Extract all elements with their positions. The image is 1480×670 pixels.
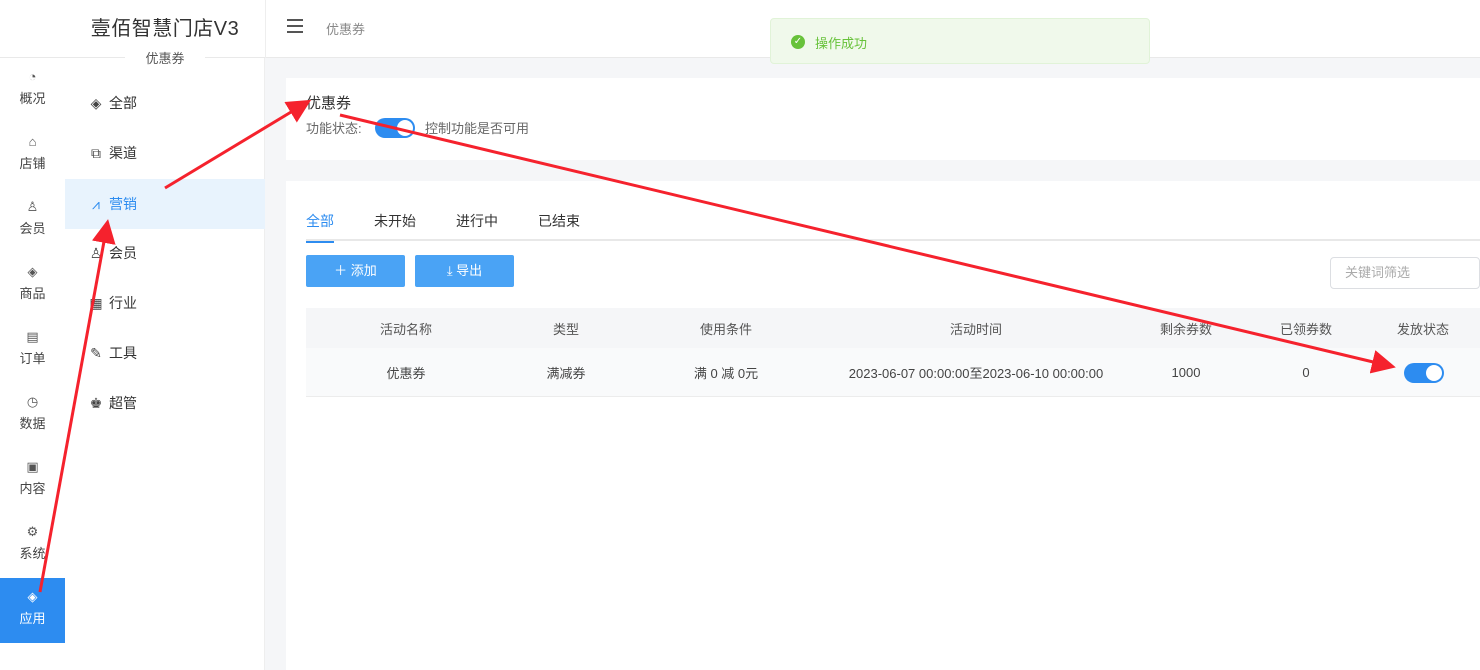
subnav-item-member[interactable]: ♙ 会员	[65, 228, 265, 278]
coupon-table: 活动名称 类型 使用条件 活动时间 剩余券数 已领券数 发放状态 优惠券 满减券…	[306, 308, 1480, 397]
subnav-item-label: 超管	[109, 395, 137, 411]
shop-icon: ⌂	[28, 134, 37, 149]
cell-condition: 满 0 减 0元	[693, 365, 759, 381]
subnav-item-all[interactable]: ◈ 全部	[65, 78, 265, 128]
main-sidebar: ◔ 概况 ⌂ 店铺 ♙ 会员 ◈ 商品 ▤ 订单 ◷ 数据 ▣ 内容 ⚙ 系统 …	[0, 58, 65, 670]
tab-ended[interactable]: 已结束	[538, 211, 580, 241]
subnav-item-channel[interactable]: ⧉ 渠道	[65, 128, 265, 178]
rail-item-data[interactable]: ◷ 数据	[0, 383, 65, 448]
tab-in-progress[interactable]: 进行中	[456, 211, 498, 241]
download-icon: ⤓	[446, 263, 457, 278]
subnav-item-label: 营销	[109, 196, 137, 212]
export-button[interactable]: ⤓ 导出	[415, 255, 514, 287]
rail-item-goods[interactable]: ◈ 商品	[0, 253, 65, 318]
pie-chart-icon: ◷	[26, 394, 39, 409]
rail-item-apps[interactable]: ◈ 应用	[0, 578, 65, 643]
cube-icon: ◈	[90, 95, 102, 111]
dashboard-icon: ◔	[28, 69, 37, 84]
coupon-list-card: 全部 未开始 进行中 已结束 ＋ 添加 ⤓ 导出 关键词筛选 活动名称 类型 使…	[286, 181, 1480, 670]
rail-item-member[interactable]: ♙ 会员	[0, 188, 65, 253]
feature-hint: 控制功能是否可用	[425, 121, 530, 136]
rail-item-system[interactable]: ⚙ 系统	[0, 513, 65, 578]
tab-not-started[interactable]: 未开始	[374, 211, 416, 241]
feature-card: 优惠券 功能状态: 控制功能是否可用	[286, 78, 1480, 160]
plus-icon: ＋	[334, 263, 351, 278]
keyword-search-input[interactable]: 关键词筛选	[1330, 257, 1480, 289]
success-toast: ✓ 操作成功	[770, 18, 1150, 64]
breadcrumb: 优惠券	[326, 22, 366, 37]
rail-item-label: 应用	[19, 611, 46, 626]
rail-item-label: 商品	[19, 286, 46, 301]
user-icon: ♙	[26, 199, 39, 214]
feature-status-label: 功能状态:	[306, 121, 362, 136]
export-button-label: 导出	[456, 263, 483, 278]
gear-icon: ⚙	[26, 524, 39, 539]
subnav-item-label: 会员	[109, 245, 137, 261]
cell-claimed: 0	[1302, 364, 1310, 380]
rail-item-label: 会员	[19, 221, 46, 236]
column-header: 发放状态	[1396, 321, 1449, 337]
table-row: 优惠券 满减券 满 0 减 0元 2023-06-07 00:00:00至202…	[306, 348, 1480, 397]
rail-item-label: 订单	[19, 351, 46, 366]
add-button[interactable]: ＋ 添加	[306, 255, 405, 287]
cell-time: 2023-06-07 00:00:00至2023-06-10 00:00:00	[848, 365, 1104, 381]
cell-remaining: 1000	[1171, 364, 1201, 380]
brand-subtitle: 优惠券	[125, 48, 205, 70]
column-header: 使用条件	[699, 321, 752, 337]
chart-icon: ⩘	[92, 196, 100, 212]
column-header: 活动时间	[949, 321, 1002, 337]
menu-toggle-icon[interactable]	[287, 19, 305, 37]
subnav-item-label: 全部	[109, 95, 137, 111]
subnav-item-admin[interactable]: ♚ 超管	[65, 378, 265, 428]
rail-item-overview[interactable]: ◔ 概况	[0, 58, 65, 123]
column-header: 活动名称	[379, 321, 432, 337]
secondary-sidebar: ◈ 全部 ⧉ 渠道 ⩘ 营销 ♙ 会员 ▦ 行业 ✎ 工具 ♚ 超管	[65, 58, 265, 670]
check-circle-icon: ✓	[791, 35, 805, 49]
toast-message: 操作成功	[815, 36, 868, 51]
clipboard-icon: ▤	[26, 329, 39, 344]
folder-icon: ▣	[26, 459, 39, 474]
add-button-label: 添加	[350, 263, 377, 278]
subnav-item-label: 工具	[109, 345, 137, 361]
rail-item-label: 内容	[19, 481, 46, 496]
subnav-item-label: 行业	[109, 295, 137, 311]
rail-item-shop[interactable]: ⌂ 店铺	[0, 123, 65, 188]
rail-item-label: 概况	[19, 91, 46, 106]
subnav-item-industry[interactable]: ▦ 行业	[65, 278, 265, 328]
subnav-item-tools[interactable]: ✎ 工具	[65, 328, 265, 378]
cell-type: 满减券	[546, 365, 586, 381]
admin-icon: ♚	[89, 395, 103, 411]
subnav-item-marketing[interactable]: ⩘ 营销	[65, 179, 265, 229]
status-tabs: 全部 未开始 进行中 已结束	[306, 209, 1480, 243]
column-header: 已领券数	[1279, 321, 1332, 337]
issue-status-toggle[interactable]	[1404, 363, 1444, 383]
wrench-icon: ✎	[90, 345, 102, 361]
rail-item-label: 数据	[19, 416, 46, 431]
rail-item-orders[interactable]: ▤ 订单	[0, 318, 65, 383]
cube-icon: ◈	[27, 589, 38, 604]
calendar-icon: ▦	[89, 295, 103, 311]
rail-item-content[interactable]: ▣ 内容	[0, 448, 65, 513]
cell-name: 优惠券	[386, 365, 426, 381]
feature-title: 优惠券	[306, 95, 352, 112]
column-header: 剩余券数	[1159, 321, 1212, 337]
cube-icon: ◈	[27, 264, 38, 279]
top-header: 壹佰智慧门店V3 优惠券	[0, 0, 1480, 58]
user-icon: ♙	[89, 245, 103, 261]
tab-all[interactable]: 全部	[306, 211, 334, 243]
feature-status-toggle[interactable]	[375, 118, 415, 138]
subnav-item-label: 渠道	[109, 145, 137, 161]
channel-icon: ⧉	[91, 145, 101, 161]
header-divider	[265, 0, 266, 58]
rail-item-label: 系统	[19, 546, 46, 561]
table-header: 活动名称 类型 使用条件 活动时间 剩余券数 已领券数 发放状态	[306, 308, 1480, 348]
rail-item-label: 店铺	[19, 156, 46, 171]
column-header: 类型	[552, 321, 579, 337]
